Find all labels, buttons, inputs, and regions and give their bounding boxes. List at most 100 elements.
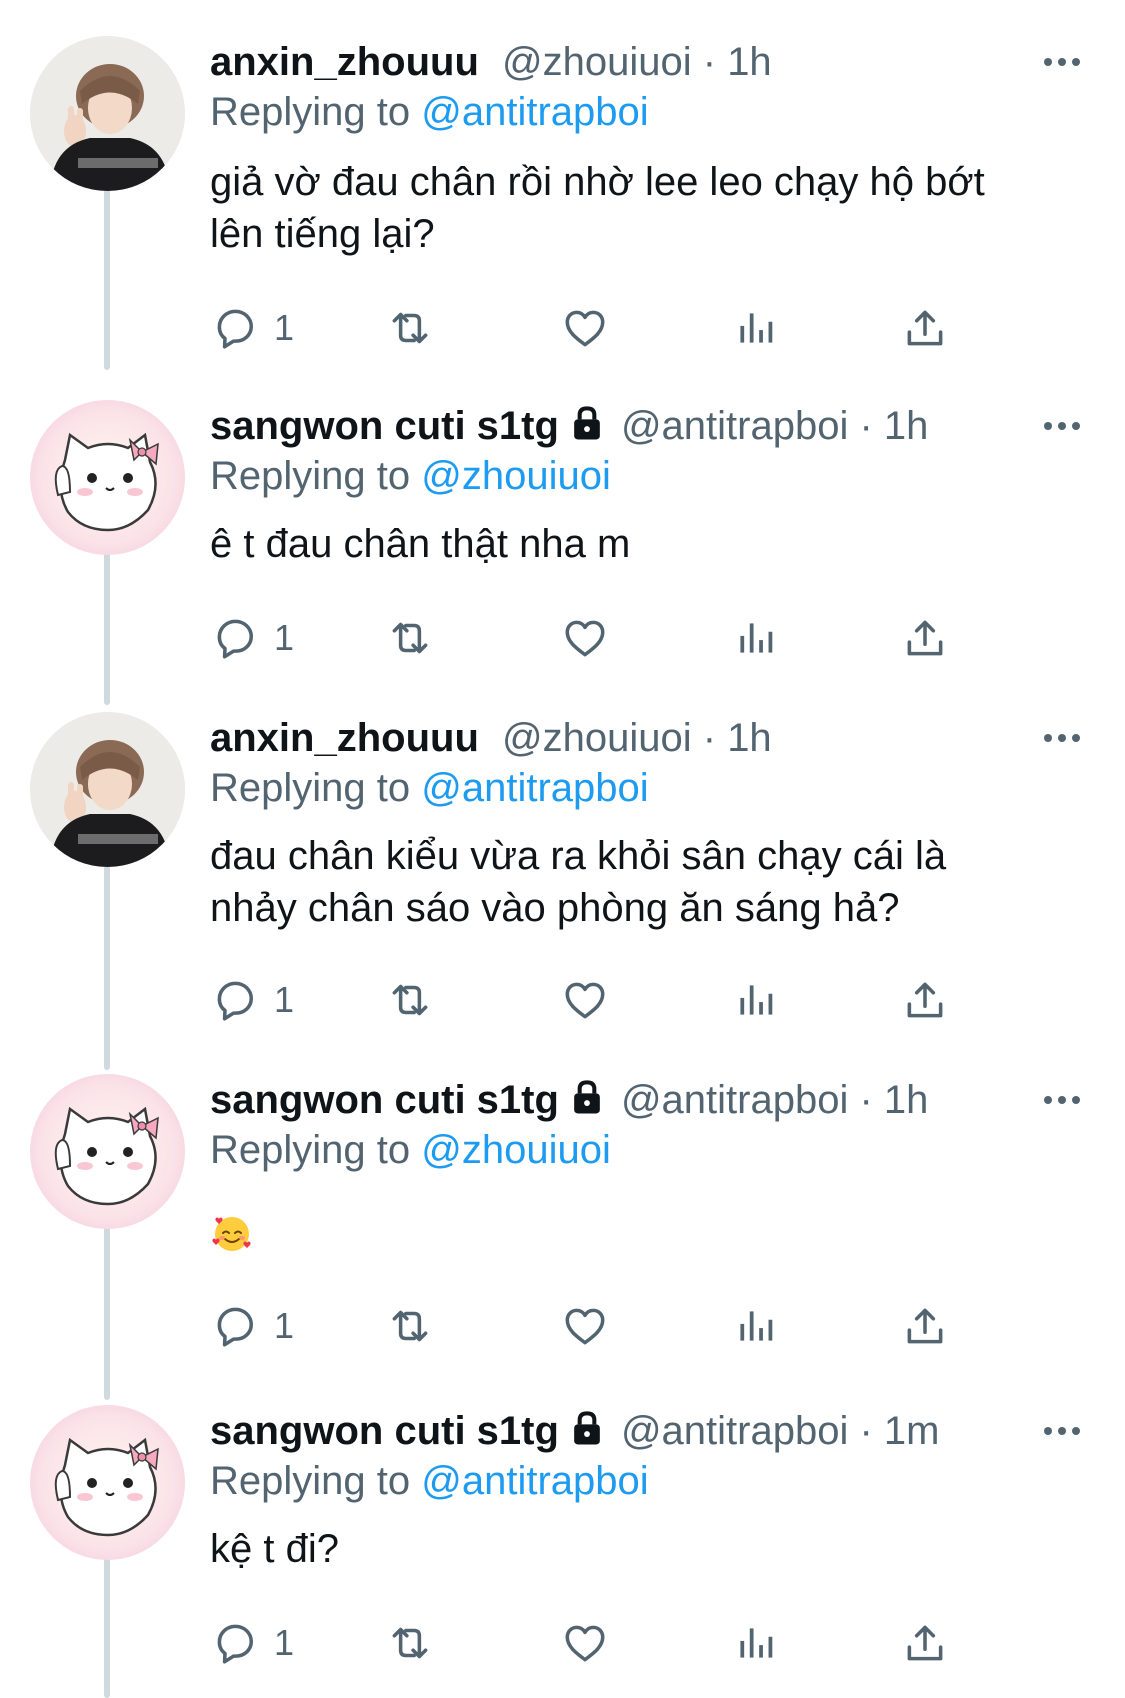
- user-avatar[interactable]: [30, 36, 185, 191]
- like-button[interactable]: [560, 608, 610, 668]
- views-button[interactable]: [730, 970, 780, 1030]
- timestamp[interactable]: 1h: [884, 1078, 929, 1122]
- retweet-icon: [385, 1618, 435, 1668]
- replying-to-label: Replying to: [210, 454, 411, 498]
- user-handle[interactable]: @zhouiuoi: [502, 716, 692, 760]
- retweet-button[interactable]: [385, 1296, 435, 1356]
- reply-button[interactable]: 1: [210, 1296, 294, 1356]
- tweet-header: sangwon cuti s1tg @antitrapboi · 1m: [210, 1405, 1125, 1457]
- more-options-icon[interactable]: [1044, 400, 1080, 452]
- display-name[interactable]: anxin_zhouuu: [210, 40, 479, 84]
- timestamp[interactable]: 1h: [727, 40, 772, 84]
- heart-icon: [560, 303, 610, 353]
- lock-icon: [565, 1406, 609, 1450]
- reply-button[interactable]: 1: [210, 608, 294, 668]
- views-button[interactable]: [730, 1613, 780, 1673]
- user-handle[interactable]: @antitrapboi: [621, 1078, 848, 1122]
- retweet-button[interactable]: [385, 1613, 435, 1673]
- share-button[interactable]: [900, 298, 950, 358]
- views-icon: [730, 613, 780, 663]
- mention-link[interactable]: @antitrapboi: [421, 766, 648, 810]
- reply-button[interactable]: 1: [210, 298, 294, 358]
- thread-line: [104, 865, 110, 1070]
- user-handle[interactable]: @antitrapboi: [621, 404, 848, 448]
- display-name[interactable]: sangwon cuti s1tg: [210, 404, 559, 448]
- retweet-button[interactable]: [385, 298, 435, 358]
- views-icon: [730, 1618, 780, 1668]
- replying-to: Replying to @zhouiuoi: [210, 450, 611, 502]
- reply-button[interactable]: 1: [210, 970, 294, 1030]
- thread-line: [104, 1555, 110, 1698]
- share-icon: [900, 1618, 950, 1668]
- like-button[interactable]: [560, 1613, 610, 1673]
- mention-link[interactable]: @antitrapboi: [421, 1459, 648, 1503]
- retweet-button[interactable]: [385, 608, 435, 668]
- more-options-icon[interactable]: [1044, 36, 1080, 88]
- separator-dot: ·: [859, 1409, 884, 1453]
- share-button[interactable]: [900, 970, 950, 1030]
- user-avatar[interactable]: [30, 712, 185, 867]
- reply-button[interactable]: 1: [210, 1613, 294, 1673]
- views-button[interactable]: [730, 298, 780, 358]
- display-name[interactable]: sangwon cuti s1tg: [210, 1409, 559, 1453]
- lock-icon: [565, 401, 609, 445]
- tweet-text-line: đau chân kiểu vừa ra khỏi sân chạy cái l…: [210, 834, 947, 878]
- tweet-actions: 1: [210, 970, 1010, 1030]
- tweet-text: giả vờ đau chân rồi nhờ lee leo chạy hộ …: [210, 156, 1090, 260]
- share-icon: [900, 1301, 950, 1351]
- retweet-icon: [385, 303, 435, 353]
- reply-icon: [210, 1618, 260, 1668]
- tweet-text: ê t đau chân thật nha m: [210, 518, 1090, 570]
- more-options-icon[interactable]: [1044, 1405, 1080, 1457]
- reply-icon: [210, 613, 260, 663]
- views-button[interactable]: [730, 608, 780, 668]
- tweet-text-line: kệ t đi?: [210, 1527, 339, 1571]
- thread-line: [104, 1200, 110, 1400]
- display-name[interactable]: anxin_zhouuu: [210, 716, 479, 760]
- heart-icon: [560, 613, 610, 663]
- views-icon: [730, 975, 780, 1025]
- smiling-face-with-hearts-icon: [212, 1217, 251, 1251]
- thread-line: [104, 180, 110, 370]
- replying-to-label: Replying to: [210, 90, 411, 134]
- user-avatar[interactable]: [30, 400, 185, 555]
- user-handle[interactable]: @antitrapboi: [621, 1409, 848, 1453]
- tweet-text-line: lên tiếng lại?: [210, 212, 435, 256]
- tweet-text: kệ t đi?: [210, 1523, 1090, 1575]
- reply-count: 1: [274, 307, 295, 348]
- heart-icon: [560, 975, 610, 1025]
- more-options-icon[interactable]: [1044, 1074, 1080, 1126]
- timestamp[interactable]: 1m: [884, 1409, 940, 1453]
- tweet-text: [210, 1212, 1090, 1269]
- share-button[interactable]: [900, 1613, 950, 1673]
- timestamp[interactable]: 1h: [884, 404, 929, 448]
- retweet-icon: [385, 975, 435, 1025]
- like-button[interactable]: [560, 298, 610, 358]
- tweet-header: anxin_zhouuu @zhouiuoi · 1h: [210, 712, 1125, 764]
- reply-count: 1: [274, 1622, 295, 1663]
- user-avatar[interactable]: [30, 1405, 185, 1560]
- views-button[interactable]: [730, 1296, 780, 1356]
- tweet-header: anxin_zhouuu @zhouiuoi · 1h: [210, 36, 1125, 88]
- mention-link[interactable]: @zhouiuoi: [421, 454, 611, 498]
- replying-to: Replying to @antitrapboi: [210, 762, 649, 814]
- replying-to: Replying to @antitrapboi: [210, 1455, 649, 1507]
- mention-link[interactable]: @zhouiuoi: [421, 1128, 611, 1172]
- reply-count: 1: [274, 617, 295, 658]
- user-handle[interactable]: @zhouiuoi: [502, 40, 692, 84]
- like-button[interactable]: [560, 1296, 610, 1356]
- lock-icon: [565, 1075, 609, 1119]
- share-button[interactable]: [900, 1296, 950, 1356]
- timestamp[interactable]: 1h: [727, 716, 772, 760]
- like-button[interactable]: [560, 970, 610, 1030]
- retweet-button[interactable]: [385, 970, 435, 1030]
- reply-icon: [210, 975, 260, 1025]
- replying-to: Replying to @zhouiuoi: [210, 1124, 611, 1176]
- mention-link[interactable]: @antitrapboi: [421, 90, 648, 134]
- user-avatar[interactable]: [30, 1074, 185, 1229]
- tweet-actions: 1: [210, 1613, 1010, 1673]
- share-button[interactable]: [900, 608, 950, 668]
- more-options-icon[interactable]: [1044, 712, 1080, 764]
- reply-icon: [210, 1301, 260, 1351]
- display-name[interactable]: sangwon cuti s1tg: [210, 1078, 559, 1122]
